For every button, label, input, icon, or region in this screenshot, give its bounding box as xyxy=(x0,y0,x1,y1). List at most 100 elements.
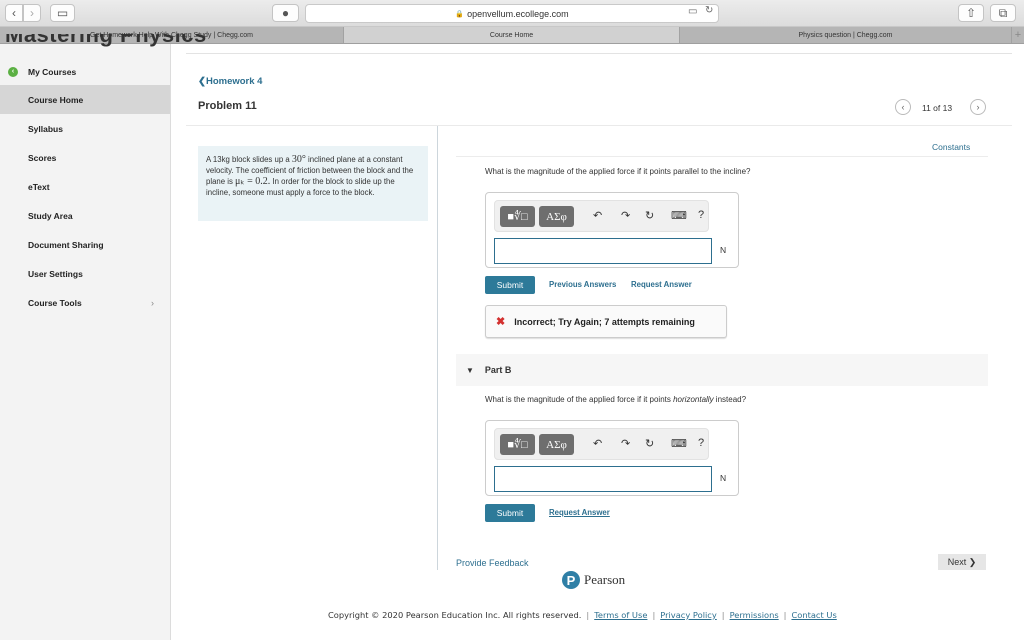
sidebar-item-study-area[interactable]: Study Area xyxy=(0,201,170,230)
templates-button[interactable]: ■∜□ xyxy=(500,206,535,227)
forward-button[interactable]: › xyxy=(23,4,41,22)
extension-icon: ● xyxy=(281,6,290,20)
part-b-header[interactable]: ▼ Part B xyxy=(456,354,988,386)
separator: | xyxy=(586,610,590,620)
reload-icon[interactable]: ↻ xyxy=(705,5,713,16)
tab-physics-question[interactable]: Physics question | Chegg.com xyxy=(680,27,1012,43)
chevron-right-icon: › xyxy=(30,6,34,20)
tab-label: Course Home xyxy=(489,31,534,39)
problem-text: A 13kg block slides up a xyxy=(206,155,292,164)
sidebar-item-label: Study Area xyxy=(28,210,73,221)
sidebar-item-course-home[interactable]: Course Home xyxy=(0,85,170,114)
sidebar-item-user-settings[interactable]: User Settings xyxy=(0,259,170,288)
symbols-button[interactable]: ΑΣφ xyxy=(539,434,574,455)
templates-button[interactable]: ■∜□ xyxy=(500,434,535,455)
share-button[interactable]: ⇧ xyxy=(958,4,984,22)
next-problem-button[interactable]: › xyxy=(970,99,986,115)
url-text: openvellum.ecollege.com xyxy=(467,8,569,19)
part-a-answer-input[interactable] xyxy=(494,238,712,264)
tabs-button[interactable]: ⧉ xyxy=(990,4,1016,22)
feedback-text: Incorrect; Try Again; 7 attempts remaini… xyxy=(514,316,695,327)
tab-course-home[interactable]: Course Home xyxy=(344,27,680,43)
math-mu: μₖ = 0.2. xyxy=(235,176,271,187)
extension-button[interactable]: ● xyxy=(272,4,299,22)
question-text: What is the magnitude of the applied for… xyxy=(485,395,674,404)
caret-down-icon: ▼ xyxy=(466,365,474,375)
provide-feedback-link[interactable]: Provide Feedback xyxy=(456,558,529,568)
page-title: Problem 11 xyxy=(198,100,257,112)
sidebar-item-label: Document Sharing xyxy=(28,239,104,250)
lock-icon: 🔒 xyxy=(455,10,465,18)
symbols-icon: ΑΣφ xyxy=(546,210,567,223)
sidebar-item-my-courses[interactable]: ‹ My Courses xyxy=(0,57,170,86)
sidebar-item-label: eText xyxy=(28,181,50,192)
symbols-button[interactable]: ΑΣφ xyxy=(539,206,574,227)
keyboard-icon[interactable]: ⌨ xyxy=(671,437,687,450)
sidebar-item-course-tools[interactable]: Course Tools › xyxy=(0,288,170,317)
privacy-link[interactable]: Privacy Policy xyxy=(660,610,717,620)
chevron-left-icon: ‹ xyxy=(12,6,16,20)
part-b-request-answer-link[interactable]: Request Answer xyxy=(549,508,610,517)
browser-toolbar: ‹ › ▭ ● 🔒 openvellum.ecollege.com ▭ ↻ ⇧ … xyxy=(0,0,1024,27)
contact-link[interactable]: Contact Us xyxy=(791,610,836,620)
brand-text: Mastering Physics xyxy=(5,34,207,47)
copyright-text: Copyright © 2020 Pearson Education Inc. … xyxy=(328,610,582,620)
reader-icon[interactable]: ▭ xyxy=(688,6,697,17)
help-icon[interactable]: ? xyxy=(698,437,704,449)
keyboard-icon[interactable]: ⌨ xyxy=(671,209,687,222)
sidebar-item-syllabus[interactable]: Syllabus xyxy=(0,114,170,143)
next-button[interactable]: Next ❯ xyxy=(938,554,986,570)
pearson-logo: P Pearson xyxy=(562,571,625,589)
constants-link[interactable]: Constants xyxy=(932,142,970,152)
symbols-icon: ΑΣφ xyxy=(546,438,567,451)
sidebar-item-document-sharing[interactable]: Document Sharing xyxy=(0,230,170,259)
template-icon: ■∜□ xyxy=(507,211,528,223)
previous-problem-button[interactable]: ‹ xyxy=(895,99,911,115)
pearson-wordmark: Pearson xyxy=(584,572,626,587)
part-a-submit-button[interactable]: Submit xyxy=(485,276,535,294)
new-tab-button[interactable]: + xyxy=(1012,27,1024,43)
sidebar-item-label: User Settings xyxy=(28,268,83,279)
chevron-left-icon: ‹ xyxy=(901,102,905,112)
previous-answers-link[interactable]: Previous Answers xyxy=(549,280,616,289)
part-b-question: What is the magnitude of the applied for… xyxy=(485,395,746,404)
sidebar-item-label: Course Home xyxy=(28,94,84,105)
part-b-answer-input[interactable] xyxy=(494,466,712,492)
question-emphasis: horizontally xyxy=(673,395,714,404)
permissions-link[interactable]: Permissions xyxy=(730,610,779,620)
redo-icon[interactable]: ↷ xyxy=(621,209,630,222)
math-angle: 30° xyxy=(291,154,306,165)
separator: | xyxy=(783,610,787,620)
course-sidebar: Mastering Physics ‹ My Courses Course Ho… xyxy=(0,34,206,640)
brand-logo: Mastering Physics xyxy=(5,34,207,50)
reset-icon[interactable]: ↻ xyxy=(645,437,654,450)
divider xyxy=(456,156,988,157)
undo-icon[interactable]: ↶ xyxy=(593,437,602,450)
reset-icon[interactable]: ↻ xyxy=(645,209,654,222)
pearson-p-icon: P xyxy=(562,571,580,589)
part-b-answer-frame: ■∜□ ΑΣφ ↶ ↷ ↻ ⌨ ? N xyxy=(485,420,739,496)
sidebar-item-scores[interactable]: Scores xyxy=(0,143,170,172)
chevron-right-icon: › xyxy=(976,102,980,112)
feedback-message: ✖ Incorrect; Try Again; 7 attempts remai… xyxy=(485,305,727,338)
part-b-title: Part B xyxy=(484,365,512,375)
sidebar-toggle-button[interactable]: ▭ xyxy=(50,4,75,22)
footer-copyright: Copyright © 2020 Pearson Education Inc. … xyxy=(328,610,837,620)
back-circle-icon: ‹ xyxy=(8,66,18,77)
undo-icon[interactable]: ↶ xyxy=(593,209,602,222)
redo-icon[interactable]: ↷ xyxy=(621,437,630,450)
sidebar-item-label: Scores xyxy=(28,152,57,163)
part-a-answer-frame: ■∜□ ΑΣφ ↶ ↷ ↻ ⌨ ? N xyxy=(485,192,739,268)
separator: | xyxy=(721,610,725,620)
question-text: instead? xyxy=(713,395,747,404)
unit-label: N xyxy=(720,473,727,483)
sidebar-item-etext[interactable]: eText xyxy=(0,172,170,201)
terms-link[interactable]: Terms of Use xyxy=(594,610,647,620)
homework-back-link[interactable]: ❮Homework 4 xyxy=(198,76,262,87)
back-button[interactable]: ‹ xyxy=(5,4,23,22)
part-b-submit-button[interactable]: Submit xyxy=(485,504,535,522)
address-bar[interactable]: 🔒 openvellum.ecollege.com xyxy=(305,4,719,23)
help-icon[interactable]: ? xyxy=(698,209,704,221)
plus-icon: + xyxy=(1014,29,1022,41)
part-a-request-answer-link[interactable]: Request Answer xyxy=(631,280,692,289)
